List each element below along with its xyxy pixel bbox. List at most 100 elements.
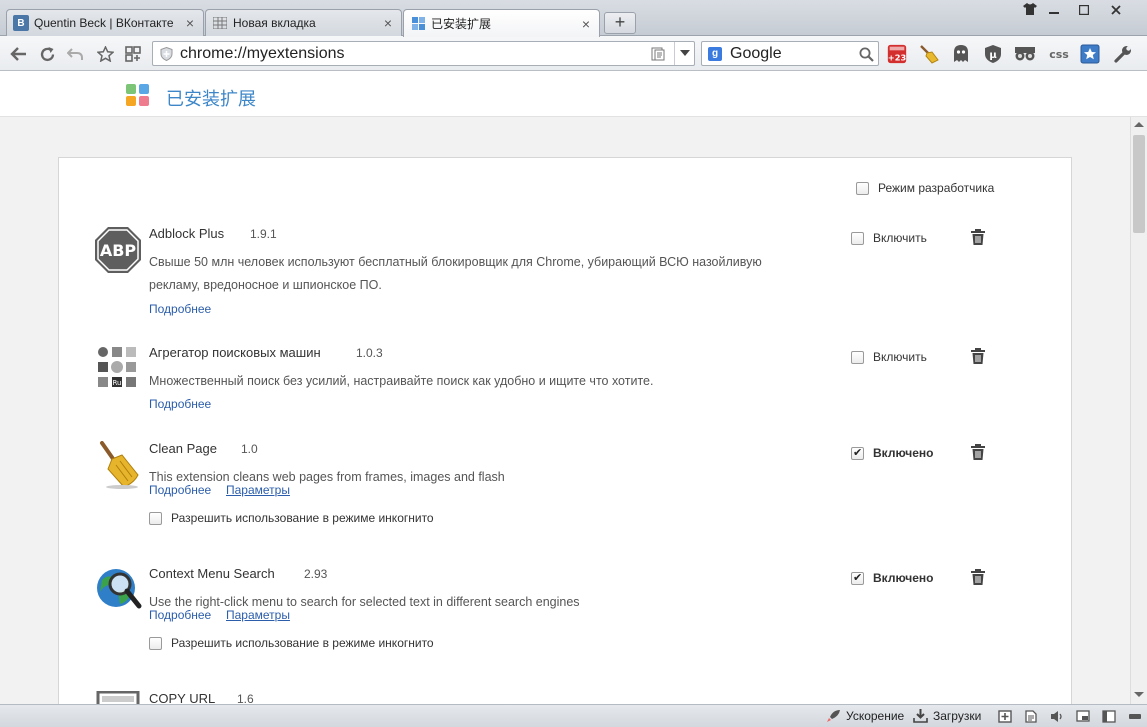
volume-icon[interactable] [1050, 710, 1064, 723]
extension-version: 1.0 [241, 442, 258, 456]
extension-version: 2.93 [304, 567, 328, 581]
wrench-icon[interactable] [1112, 43, 1134, 65]
copy-url-icon [96, 691, 140, 704]
trash-icon[interactable] [971, 569, 985, 585]
details-link[interactable]: Подробнее [149, 397, 211, 411]
extensions-panel: Режим разработчика ABP Adblock Plus 1.9.… [58, 157, 1072, 704]
skin-icon[interactable] [1020, 3, 1040, 19]
reload-button[interactable] [36, 43, 58, 65]
grid-icon [212, 15, 228, 31]
options-link[interactable]: Параметры [226, 608, 290, 622]
extensions-logo-icon [126, 84, 149, 106]
apps-icon[interactable] [122, 43, 144, 65]
close-icon[interactable]: × [381, 16, 395, 30]
scroll-thumb[interactable] [1133, 135, 1145, 233]
new-tab-button[interactable]: + [604, 12, 636, 34]
bookmarks-star-icon[interactable] [1079, 43, 1101, 65]
minimize-icon[interactable] [1044, 3, 1064, 19]
search-icon[interactable] [859, 47, 874, 62]
incognito-checkbox[interactable] [149, 636, 162, 650]
options-link[interactable]: Параметры [226, 483, 290, 497]
acceleration-button[interactable]: Ускорение [826, 709, 904, 723]
chevron-down-icon[interactable] [680, 50, 690, 57]
svg-text:ABP: ABP [100, 241, 137, 260]
scroll-down-arrow[interactable] [1134, 692, 1144, 697]
zoom-icon[interactable] [1128, 710, 1142, 723]
enable-toggle[interactable]: Включено [851, 571, 933, 585]
incognito-label: Разрешить использование в режиме инкогни… [171, 636, 434, 650]
trash-icon[interactable] [971, 348, 985, 364]
tab-installed-extensions[interactable]: 已安装扩展 × [403, 9, 600, 37]
bookmark-star-icon[interactable] [94, 43, 116, 65]
details-link[interactable]: Подробнее [149, 302, 211, 316]
close-icon[interactable]: × [183, 16, 197, 30]
tab-vkontakte[interactable]: B Quentin Beck | ВКонтакте × [6, 9, 204, 36]
incognito-checkbox[interactable] [149, 511, 162, 525]
extension-version: 1.9.1 [250, 227, 277, 241]
developer-mode-checkbox[interactable] [856, 181, 869, 195]
trash-icon[interactable] [971, 229, 985, 245]
extension-description: Свыше 50 млн человек используют бесплатн… [149, 255, 762, 292]
new-window-icon[interactable] [998, 710, 1012, 723]
extension-description: Множественный поиск без усилий, настраив… [149, 374, 654, 388]
svg-text:Ru: Ru [113, 379, 122, 387]
rocket-icon [827, 710, 840, 722]
ublock-icon[interactable]: μ [982, 43, 1004, 65]
reader-mode-icon[interactable] [651, 47, 665, 61]
search-aggregator-icon: Ru [98, 347, 136, 387]
address-bar[interactable]: chrome://myextensions [152, 41, 695, 66]
broom-icon[interactable] [918, 43, 940, 65]
incognito-toggle[interactable]: Разрешить использование в режиме инкогни… [149, 511, 434, 525]
details-link[interactable]: Подробнее [149, 608, 211, 622]
details-link[interactable]: Подробнее [149, 483, 211, 497]
weather-icon[interactable]: +23 [886, 43, 908, 65]
search-engine-label: Google [730, 45, 782, 62]
enable-checkbox[interactable] [851, 446, 864, 460]
page-title: 已安装扩展 [166, 89, 256, 109]
incognito-toggle[interactable]: Разрешить использование в режиме инкогни… [149, 636, 434, 650]
weather-badge: +23 [888, 52, 907, 62]
enable-checkbox[interactable] [851, 350, 864, 364]
vk-icon: B [13, 15, 29, 31]
enable-toggle[interactable]: Включено [851, 446, 933, 460]
picture-in-picture-icon[interactable] [1076, 710, 1090, 723]
developer-mode-label: Режим разработчика [878, 181, 995, 195]
enable-toggle[interactable]: Включить [851, 350, 927, 364]
enable-checkbox[interactable] [851, 571, 864, 585]
extension-name: Context Menu Search [149, 566, 275, 581]
broom-icon [100, 441, 139, 489]
enable-label: Включить [873, 350, 927, 364]
back-button[interactable] [8, 43, 30, 65]
trash-icon[interactable] [971, 444, 985, 460]
page-info-icon[interactable] [1024, 710, 1038, 723]
search-box[interactable]: g Google [701, 41, 879, 66]
tab-new-tab[interactable]: Новая вкладка × [205, 9, 402, 36]
close-icon[interactable]: × [579, 17, 593, 31]
extension-item: ABP Adblock Plus 1.9.1 Свыше 50 млн чело… [59, 226, 1073, 326]
developer-mode-toggle[interactable]: Режим разработчика [856, 181, 994, 195]
undo-close-tab-button[interactable] [64, 43, 86, 65]
enable-label: Включить [873, 231, 927, 245]
glasses-icon[interactable] [1014, 43, 1036, 65]
tab-label: Новая вкладка [233, 16, 316, 30]
extension-name: COPY URL [149, 691, 216, 704]
sidebar-toggle-icon[interactable] [1102, 710, 1116, 723]
extension-version: 1.6 [237, 692, 254, 704]
svg-text:μ: μ [989, 50, 997, 61]
css-icon[interactable]: css [1046, 43, 1072, 65]
toolbar: chrome://myextensions g Google +23 μ css [0, 36, 1147, 71]
extension-name: Агрегатор поисковых машин [149, 345, 321, 360]
vertical-scrollbar[interactable] [1130, 117, 1147, 704]
close-window-icon[interactable] [1106, 3, 1126, 19]
extension-name: Clean Page [149, 441, 217, 456]
maximize-icon[interactable] [1074, 3, 1094, 19]
enable-checkbox[interactable] [851, 231, 864, 245]
tab-strip: B Quentin Beck | ВКонтакте × Новая вклад… [0, 0, 1147, 37]
scroll-up-arrow[interactable] [1134, 122, 1144, 127]
downloads-button[interactable]: Загрузки [913, 709, 981, 723]
tab-label: 已安装扩展 [431, 17, 492, 31]
enable-toggle[interactable]: Включить [851, 231, 927, 245]
abp-icon: ABP [95, 227, 141, 273]
content-area: Режим разработчика ABP Adblock Plus 1.9.… [0, 117, 1130, 704]
ghost-icon[interactable] [950, 43, 972, 65]
